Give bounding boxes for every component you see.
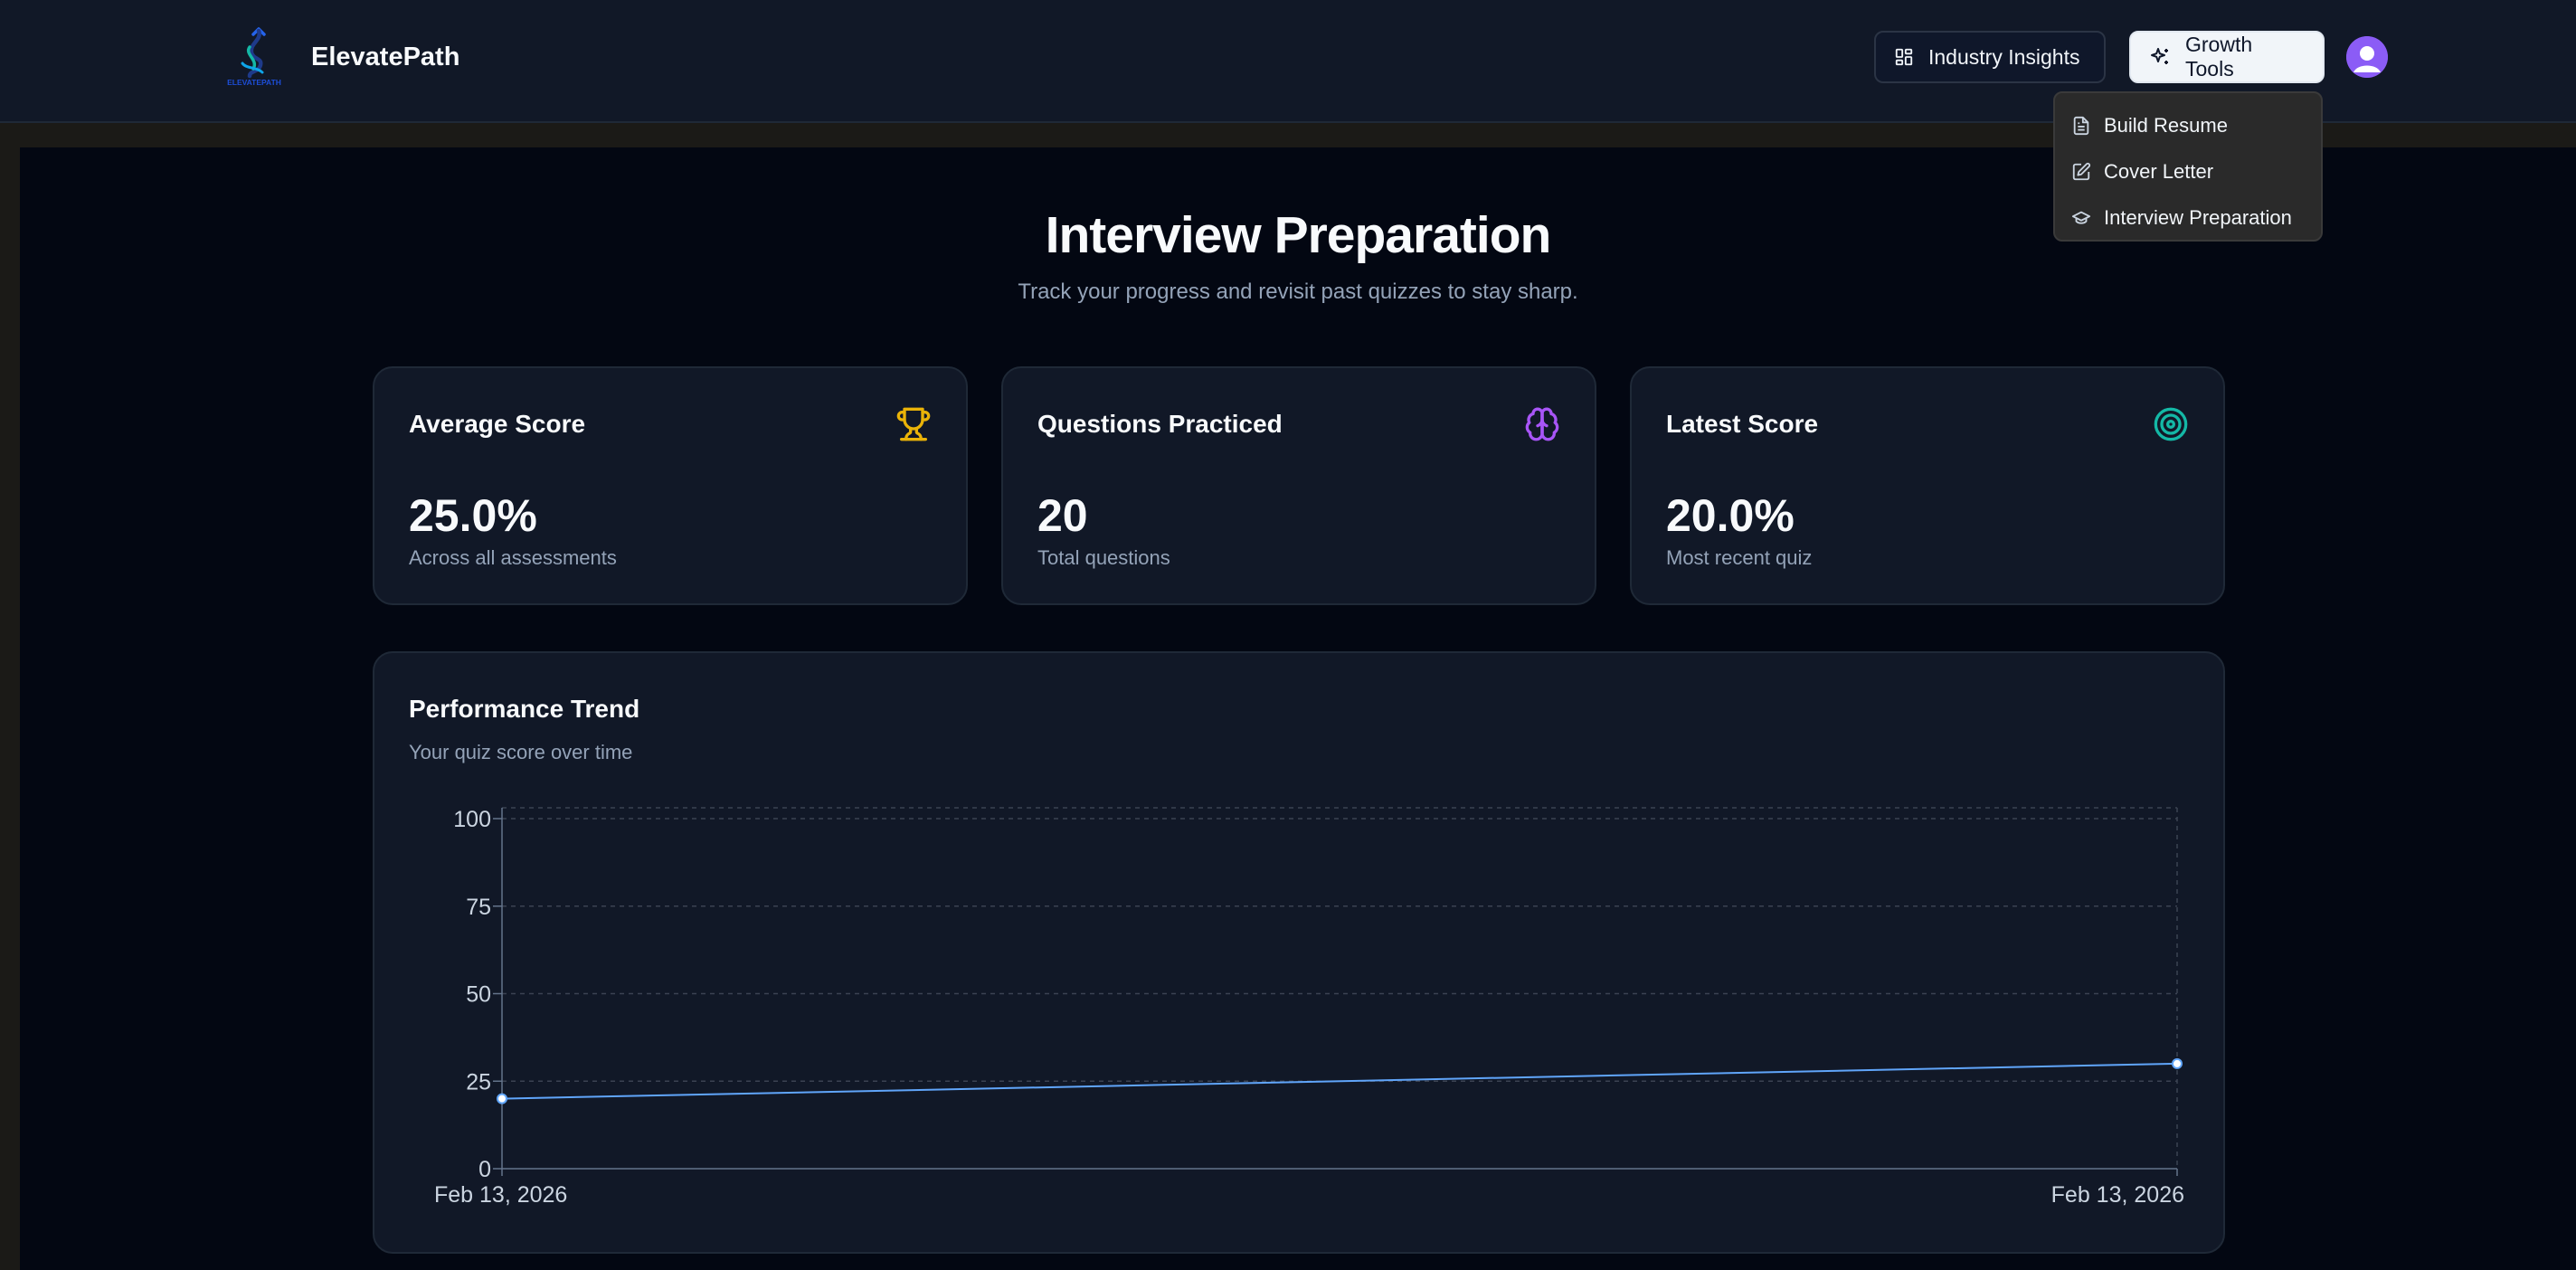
industry-insights-label: Industry Insights (1928, 44, 2080, 69)
stat-value: 20 (1037, 490, 1088, 541)
x-tick-label: Feb 13, 2026 (434, 1182, 567, 1208)
performance-line-chart: 0 25 50 75 100 Feb 13, 2026 Feb 13, 2026 (434, 807, 2184, 1208)
y-tick-label: 50 (466, 982, 491, 1008)
user-avatar[interactable] (2346, 36, 2388, 78)
growth-tools-menu: Build Resume Cover Letter Interview Prep… (2053, 91, 2323, 242)
stat-caption: Most recent quiz (1666, 546, 1813, 569)
stat-title: Latest Score (1666, 410, 1819, 438)
y-tick-label: 25 (466, 1069, 491, 1095)
data-point (2172, 1057, 2183, 1069)
stat-title: Questions Practiced (1037, 410, 1283, 438)
graduation-cap-icon (2071, 211, 2091, 224)
industry-insights-button[interactable]: Industry Insights (1874, 31, 2106, 83)
brand-name: ElevatePath (311, 42, 460, 71)
questions-practiced-card: Questions Practiced 20 Total questions (1001, 366, 1596, 605)
target-icon (2154, 407, 2188, 441)
trophy-icon (896, 407, 931, 441)
sparkles-icon (2151, 48, 2168, 64)
data-point (497, 1093, 507, 1104)
latest-score-card: Latest Score 20.0% Most recent quiz (1630, 366, 2225, 605)
menu-item-label: Cover Letter (2104, 159, 2214, 183)
elevatepath-logo: ELEVATEPATH (223, 27, 286, 87)
growth-tools-button[interactable]: Growth Tools (2129, 31, 2325, 83)
average-score-card: Average Score 25.0% Across all assessmen… (373, 366, 968, 605)
performance-trend-card: Performance Trend Your quiz score over t… (373, 651, 2225, 1254)
stat-value: 25.0% (409, 490, 537, 541)
x-tick-label: Feb 13, 2026 (2051, 1182, 2184, 1208)
y-tick-label: 100 (453, 807, 491, 832)
logo-wordmark: ELEVATEPATH (227, 78, 281, 87)
file-text-icon (2073, 116, 2089, 135)
layout-dashboard-icon (1895, 48, 1913, 66)
brand[interactable]: ELEVATEPATH ElevatePath (223, 27, 459, 87)
user-avatar-icon (2346, 36, 2388, 78)
brain-icon (1525, 407, 1559, 441)
stat-caption: Across all assessments (409, 546, 617, 569)
menu-item-label: Build Resume (2104, 113, 2228, 137)
menu-item-build-resume[interactable]: Build Resume (2055, 102, 2321, 148)
pen-square-icon (2072, 162, 2091, 180)
main-content: Interview Preparation Track your progres… (20, 147, 2576, 1270)
menu-item-label: Interview Preparation (2104, 205, 2292, 229)
stat-value: 20.0% (1666, 490, 1795, 541)
menu-item-cover-letter[interactable]: Cover Letter (2055, 148, 2321, 194)
growth-tools-label: Growth Tools (2185, 33, 2253, 81)
menu-item-interview-preparation[interactable]: Interview Preparation (2055, 194, 2321, 241)
y-tick-label: 75 (466, 895, 491, 920)
page-subtitle: Track your progress and revisit past qui… (1018, 280, 1578, 304)
stat-title: Average Score (409, 410, 586, 438)
y-tick-label: 0 (478, 1157, 491, 1182)
stat-caption: Total questions (1037, 546, 1170, 569)
